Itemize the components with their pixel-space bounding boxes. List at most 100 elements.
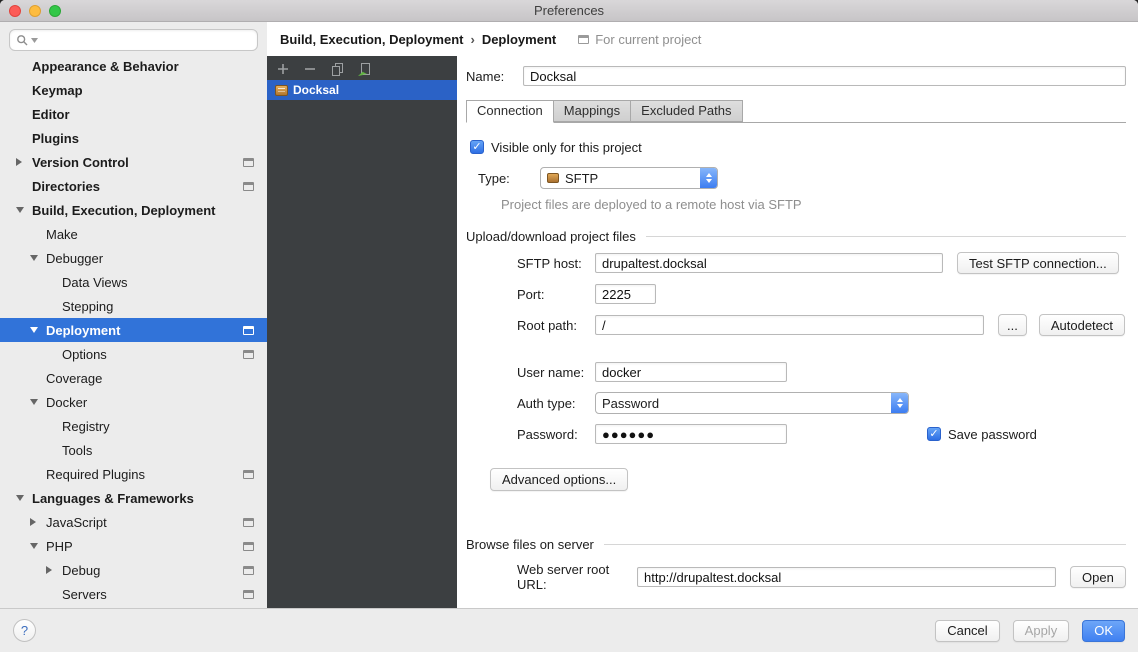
tab-mappings[interactable]: Mappings [553, 100, 631, 122]
server-list-panel: Docksal [267, 56, 457, 608]
collapse-arrow-icon[interactable] [30, 255, 46, 261]
web-root-input[interactable] [637, 567, 1056, 587]
autodetect-button[interactable]: Autodetect [1039, 314, 1125, 336]
browse-root-path-button[interactable]: ... [998, 314, 1027, 336]
tree-item-plugins[interactable]: Plugins [0, 126, 267, 150]
type-hint: Project files are deployed to a remote h… [501, 197, 1126, 212]
tree-item-label: Stepping [62, 299, 113, 314]
combo-stepper-icon [891, 393, 908, 413]
tab-excluded-paths[interactable]: Excluded Paths [630, 100, 742, 122]
tree-item-languages-frameworks[interactable]: Languages & Frameworks [0, 486, 267, 510]
tree-item-editor[interactable]: Editor [0, 102, 267, 126]
server-list-item-docksal[interactable]: Docksal [267, 80, 457, 100]
sftp-host-input[interactable] [595, 253, 943, 273]
save-password-label: Save password [948, 427, 1037, 442]
cancel-button[interactable]: Cancel [935, 620, 999, 642]
name-input[interactable] [523, 66, 1126, 86]
tree-item-deployment[interactable]: Deployment [0, 318, 267, 342]
close-button[interactable] [9, 5, 21, 17]
expand-arrow-icon[interactable] [16, 158, 32, 166]
tree-item-label: Appearance & Behavior [32, 59, 179, 74]
port-input[interactable] [595, 284, 656, 304]
tree-item-required-plugins[interactable]: Required Plugins [0, 462, 267, 486]
copy-icon[interactable] [329, 61, 345, 77]
traffic-lights [9, 5, 61, 17]
server-item-label: Docksal [293, 83, 339, 97]
minimize-button[interactable] [29, 5, 41, 17]
tree-item-data-views[interactable]: Data Views [0, 270, 267, 294]
add-icon[interactable] [275, 61, 291, 77]
settings-sidebar: Appearance & Behavior Keymap EditorPlugins… [0, 22, 267, 608]
server-list-toolbar [267, 58, 457, 80]
tree-item-debugger[interactable]: Debugger [0, 246, 267, 270]
test-sftp-connection-button[interactable]: Test SFTP connection... [957, 252, 1119, 274]
tree-item-debug[interactable]: Debug [0, 558, 267, 582]
remove-icon[interactable] [302, 61, 318, 77]
tree-item-php[interactable]: PHP [0, 534, 267, 558]
open-button[interactable]: Open [1070, 566, 1126, 588]
tree-item-label: Debugger [46, 251, 103, 266]
breadcrumb: Build, Execution, Deployment › Deploymen… [267, 22, 1138, 56]
shared-settings-icon [243, 518, 254, 527]
tree-item-label: PHP [46, 539, 73, 554]
auth-type-select[interactable]: Password [595, 392, 909, 414]
tree-item-docker[interactable]: Docker [0, 390, 267, 414]
tree-item-label: Data Views [62, 275, 128, 290]
sftp-type-icon [547, 173, 559, 183]
collapse-arrow-icon[interactable] [30, 399, 46, 405]
tree-item-registry[interactable]: Registry [0, 414, 267, 438]
titlebar: Preferences [0, 0, 1138, 22]
ok-button[interactable]: OK [1082, 620, 1125, 642]
user-name-input[interactable] [595, 362, 787, 382]
tree-item-keymap[interactable]: Keymap [0, 78, 267, 102]
apply-button[interactable]: Apply [1013, 620, 1070, 642]
name-label: Name: [466, 69, 523, 84]
tree-item-make[interactable]: Make [0, 222, 267, 246]
scope-indicator: For current project [578, 32, 701, 47]
tree-item-version-control[interactable]: Version Control [0, 150, 267, 174]
advanced-options-button[interactable]: Advanced options... [490, 468, 628, 491]
tree-item-label: Required Plugins [46, 467, 145, 482]
tree-item-javascript[interactable]: JavaScript [0, 510, 267, 534]
tree-item-servers[interactable]: Servers [0, 582, 267, 606]
type-label: Type: [478, 171, 540, 186]
breadcrumb-part-deployment: Deployment [482, 32, 556, 47]
tree-item-label: Keymap [32, 83, 83, 98]
scope-label: For current project [595, 32, 701, 47]
help-button[interactable]: ? [13, 619, 36, 642]
settings-tree: Appearance & Behavior Keymap EditorPlugins… [0, 51, 267, 606]
search-input[interactable] [9, 29, 258, 51]
collapse-arrow-icon[interactable] [16, 207, 32, 213]
root-path-input[interactable] [595, 315, 984, 335]
collapse-arrow-icon[interactable] [16, 495, 32, 501]
expand-arrow-icon[interactable] [46, 566, 62, 574]
tree-item-options[interactable]: Options [0, 342, 267, 366]
upload-section-title: Upload/download project files [466, 229, 636, 244]
tree-item-label: Docker [46, 395, 87, 410]
collapse-arrow-icon[interactable] [30, 327, 46, 333]
password-input[interactable] [595, 424, 787, 444]
tree-item-label: JavaScript [46, 515, 107, 530]
port-label: Port: [517, 287, 595, 302]
tree-item-tools[interactable]: Tools [0, 438, 267, 462]
browse-section-separator: Browse files on server [466, 537, 1126, 552]
expand-arrow-icon[interactable] [30, 518, 46, 526]
breadcrumb-part-build[interactable]: Build, Execution, Deployment [280, 32, 463, 47]
collapse-arrow-icon[interactable] [30, 543, 46, 549]
save-password-checkbox[interactable] [927, 427, 941, 441]
tree-item-coverage[interactable]: Coverage [0, 366, 267, 390]
tree-item-stepping[interactable]: Stepping [0, 294, 267, 318]
tree-item-build-execution-deployment[interactable]: Build, Execution, Deployment [0, 198, 267, 222]
zoom-button[interactable] [49, 5, 61, 17]
tree-item-appearance-behavior[interactable]: Appearance & Behavior [0, 54, 267, 78]
tab-connection[interactable]: Connection [466, 100, 554, 123]
connection-pane: Visible only for this project Type: SFTP… [466, 123, 1126, 592]
tree-item-directories[interactable]: Directories [0, 174, 267, 198]
settings-tabs: Connection Mappings Excluded Paths [466, 100, 1126, 123]
sftp-host-label: SFTP host: [517, 256, 595, 271]
type-select[interactable]: SFTP [540, 167, 718, 189]
visible-only-checkbox[interactable] [470, 140, 484, 154]
server-icon [275, 85, 288, 96]
import-icon[interactable] [356, 61, 372, 77]
preferences-window: Preferences Appearance & Behavior Keymap E… [0, 0, 1138, 652]
